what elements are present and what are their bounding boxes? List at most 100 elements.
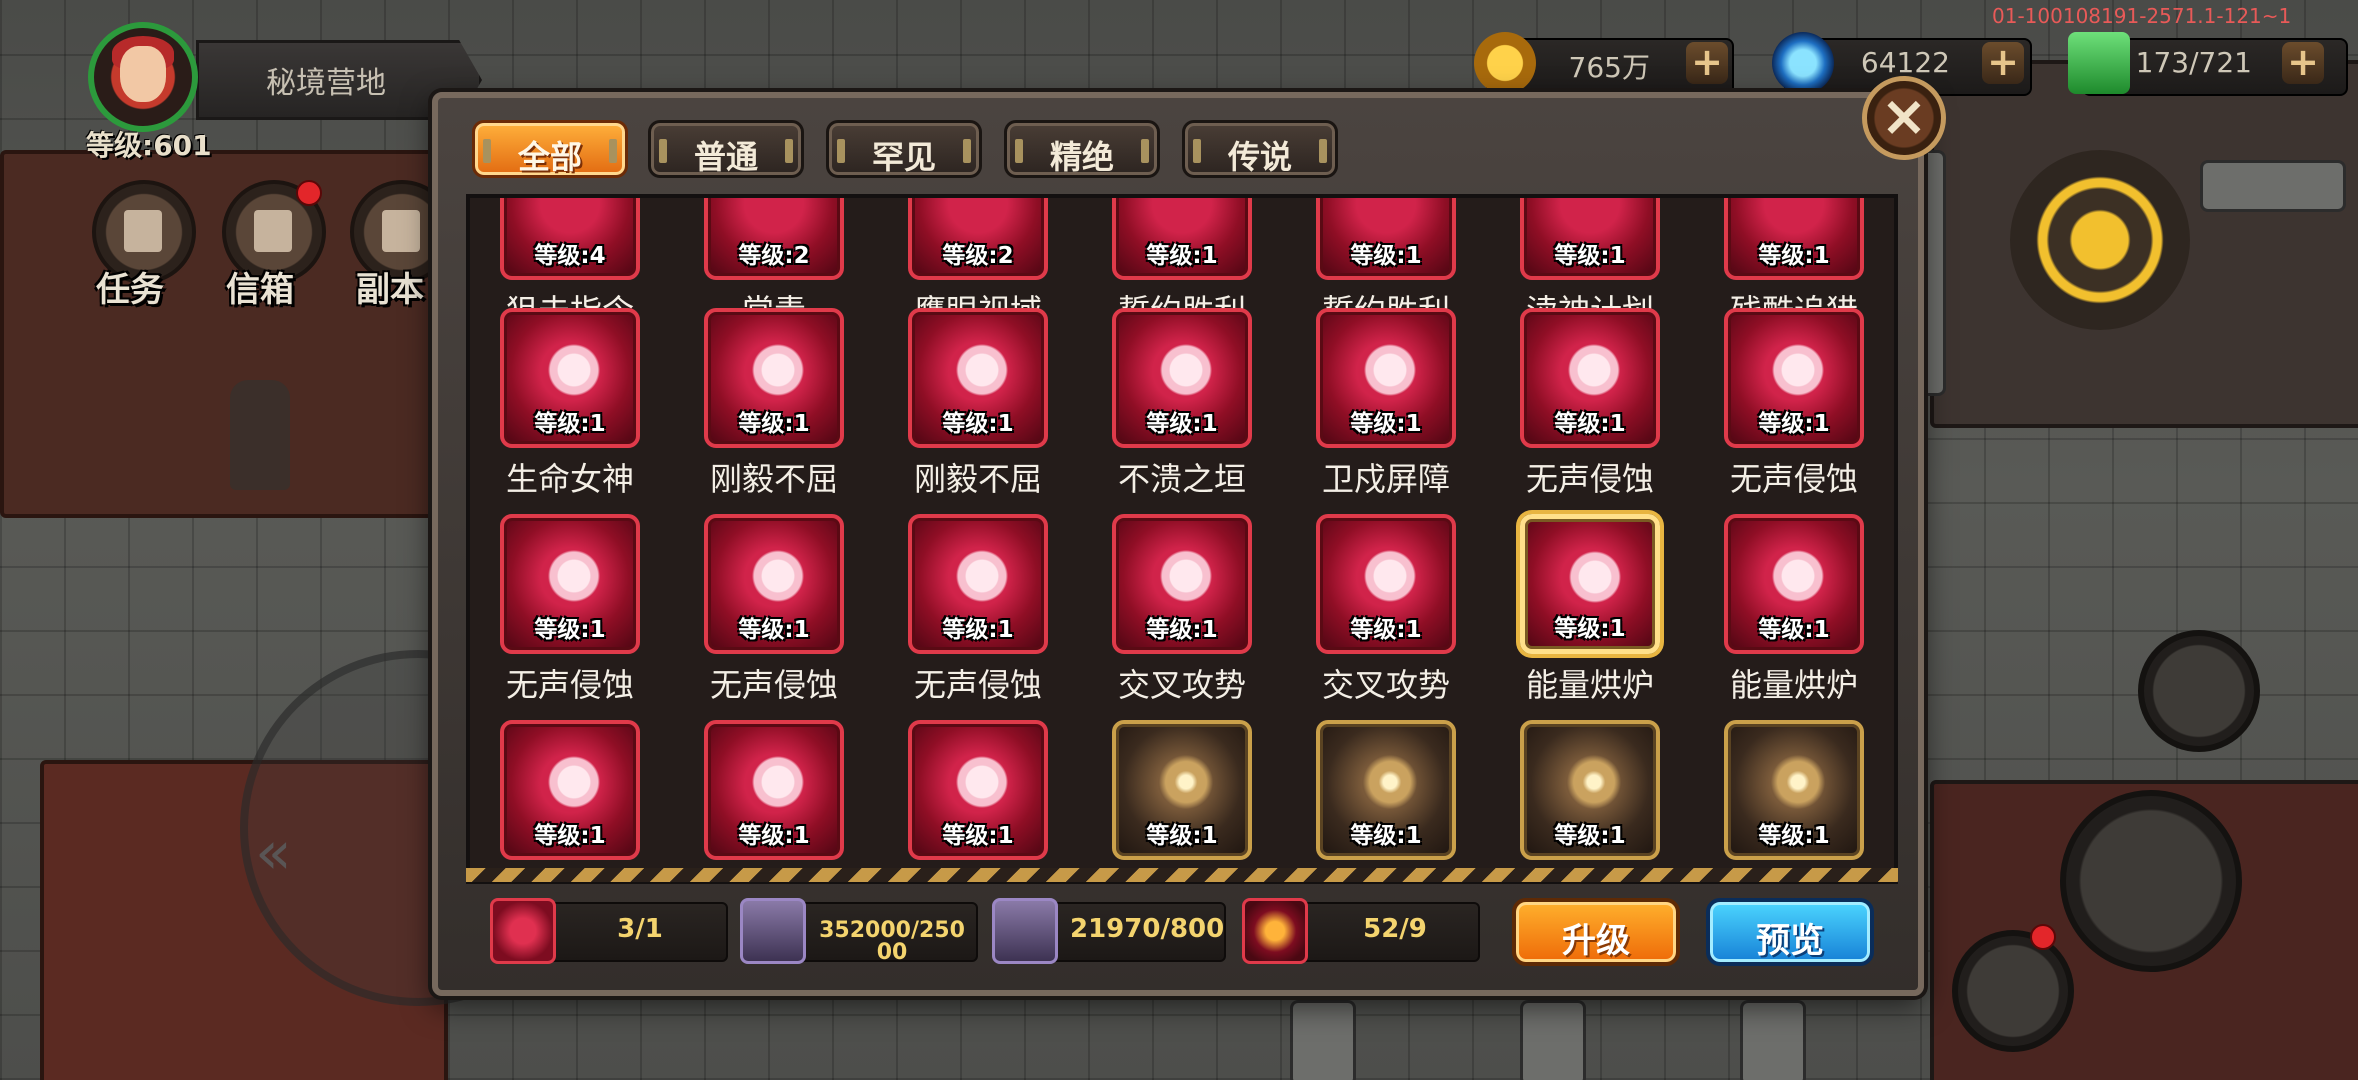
add-stamina-button[interactable]: + [2282,42,2324,84]
skill-cell[interactable]: 等级:1 无声侵蚀 [500,514,640,704]
skill-card[interactable]: 等级:1 [1112,308,1252,448]
skill-cell[interactable]: 等级:1 能量烘炉 [1724,514,1864,704]
skill-cell[interactable]: 等级:1 [704,720,844,880]
build-action-button[interactable] [2138,630,2260,752]
upgrade-button[interactable]: 升级 [1512,898,1680,966]
skill-card[interactable]: 等级:1 [1520,198,1660,280]
skill-name: 能量烘炉 [1525,666,1654,704]
skill-name: 交叉攻势 [1321,666,1450,704]
location-name: 秘境营地 [266,66,386,101]
preview-button[interactable]: 预览 [1706,898,1874,966]
skill-card[interactable]: 等级:1 [1724,720,1864,860]
skill-card[interactable]: 等级:1 [1724,198,1864,280]
notification-dot [296,180,322,206]
skill-card[interactable]: 等级:1 [1316,514,1456,654]
npc-character[interactable] [230,380,290,490]
skill-card[interactable]: 等级:2 [908,198,1048,280]
skill-level: 等级:4 [534,243,606,269]
skill-cell[interactable]: 等级:1 交叉攻势 [1316,514,1456,704]
skill-name: 无声侵蚀 [1525,460,1654,498]
skill-cell[interactable]: 等级:1 交叉攻势 [1112,514,1252,704]
wings-icon [382,210,420,252]
skill-cell[interactable]: 等级:1 [500,720,640,880]
skill-cell[interactable]: 等级:1 不溃之垣 [1112,308,1252,498]
tab-all[interactable]: 全部 [472,120,628,178]
skill-cell[interactable]: 等级:1 [908,720,1048,880]
tab-normal[interactable]: 普通 [648,120,804,178]
stamina-value: 173/721 [2135,46,2252,79]
skill-grid[interactable]: 等级:4狙击指令等级:2常青等级:2鹰眼视域等级:1誓约胜利等级:1誓约胜利等级… [466,194,1898,884]
skill-level: 等级:1 [1758,411,1830,437]
skill-card[interactable]: 等级:1 [1520,720,1660,860]
skill-card[interactable]: 等级:2 [704,198,844,280]
skill-name: 能量烘炉 [1729,666,1858,704]
skill-card[interactable]: 等级:1 [908,720,1048,860]
skill-name: 无声侵蚀 [505,666,634,704]
skill-card[interactable]: 等级:1 [1724,308,1864,448]
skill-card[interactable]: 等级:1 [1520,308,1660,448]
skill-card[interactable]: 等级:1 [1316,308,1456,448]
skill-level: 等级:1 [1146,617,1218,643]
tab-epic[interactable]: 精绝 [1004,120,1160,178]
player-avatar[interactable] [88,22,198,132]
skill-level: 等级:1 [1758,617,1830,643]
skill-grid-scroll[interactable]: 等级:4狙击指令等级:2常青等级:2鹰眼视域等级:1誓约胜利等级:1誓约胜利等级… [470,198,1894,880]
skill-level: 等级:2 [738,243,810,269]
skill-level: 等级:1 [738,617,810,643]
skill-card[interactable]: 等级:1 [500,514,640,654]
jump-action-button[interactable] [2060,790,2242,972]
skill-card[interactable]: 等级:1 [1112,198,1252,280]
skill-card[interactable]: 等级:1 [500,720,640,860]
skill-cell[interactable]: 等级:1 生命女神 [500,308,640,498]
skill-card[interactable]: 等级:1 [1316,198,1456,280]
tab-legendary[interactable]: 传说 [1182,120,1338,178]
skill-cell[interactable]: 等级:1 刚毅不屈 [704,308,844,498]
skill-card[interactable]: 等级:1 [704,514,844,654]
skill-cell[interactable]: 等级:1 [1724,720,1864,880]
skill-cell[interactable]: 等级:1 刚毅不屈 [908,308,1048,498]
reactor-core [2010,150,2190,330]
skill-card[interactable]: 等级:1 [1112,720,1252,860]
skill-level: 等级:1 [1350,411,1422,437]
skill-card[interactable]: 等级:1 [704,308,844,448]
skill-card[interactable]: 等级:1 [908,308,1048,448]
energy-core-icon [1242,898,1308,964]
tab-rare[interactable]: 罕见 [826,120,982,178]
skill-cell[interactable]: 等级:1 [1112,720,1252,880]
skill-cell[interactable]: 等级:1 [1316,720,1456,880]
joystick-left-arrow-icon: « [255,818,292,888]
tree-icon [534,330,614,410]
skill-card[interactable]: 等级:1 [1112,514,1252,654]
skill-level: 等级:1 [1146,823,1218,849]
skill-cell[interactable]: 等级:1 无声侵蚀 [1724,308,1864,498]
skill-cell[interactable]: 等级:1 卫戍屏障 [1316,308,1456,498]
skill-card[interactable]: 等级:1 [1520,514,1660,654]
close-button[interactable]: × [1862,76,1946,160]
skill-level: 等级:1 [738,411,810,437]
skill-cell[interactable]: 等级:1 能量烘炉 [1520,514,1660,704]
add-gold-button[interactable]: + [1686,42,1728,84]
skill-card[interactable]: 等级:1 [704,720,844,860]
skill-card[interactable]: 等级:1 [1724,514,1864,654]
gem-value: 64122 [1860,46,1950,79]
skill-level: 等级:1 [1146,411,1218,437]
skill-cell[interactable]: 等级:1 [1520,720,1660,880]
skill-card[interactable]: 等级:4 [500,198,640,280]
skill-level: 等级:1 [942,823,1014,849]
skill-level: 等级:1 [1554,243,1626,269]
crossed-blades-icon [1350,536,1430,616]
skill-card[interactable]: 等级:1 [500,308,640,448]
add-gem-button[interactable]: + [1982,42,2024,84]
menu-button[interactable] [1952,930,2074,1052]
skill-card[interactable]: 等级:1 [1316,720,1456,860]
skill-cell[interactable]: 等级:1 无声侵蚀 [908,514,1048,704]
pipe [2200,160,2346,212]
skill-cell[interactable]: 等级:1 无声侵蚀 [1520,308,1660,498]
skill-level: 等级:1 [1554,411,1626,437]
bat-web-icon [738,536,818,616]
hazard-stripe-bottom [466,868,1898,882]
skill-cell[interactable]: 等级:1 无声侵蚀 [704,514,844,704]
cost-core-value: 52/9 [1363,914,1427,944]
skill-card[interactable]: 等级:1 [908,514,1048,654]
knight-helmet-icon [942,330,1022,410]
